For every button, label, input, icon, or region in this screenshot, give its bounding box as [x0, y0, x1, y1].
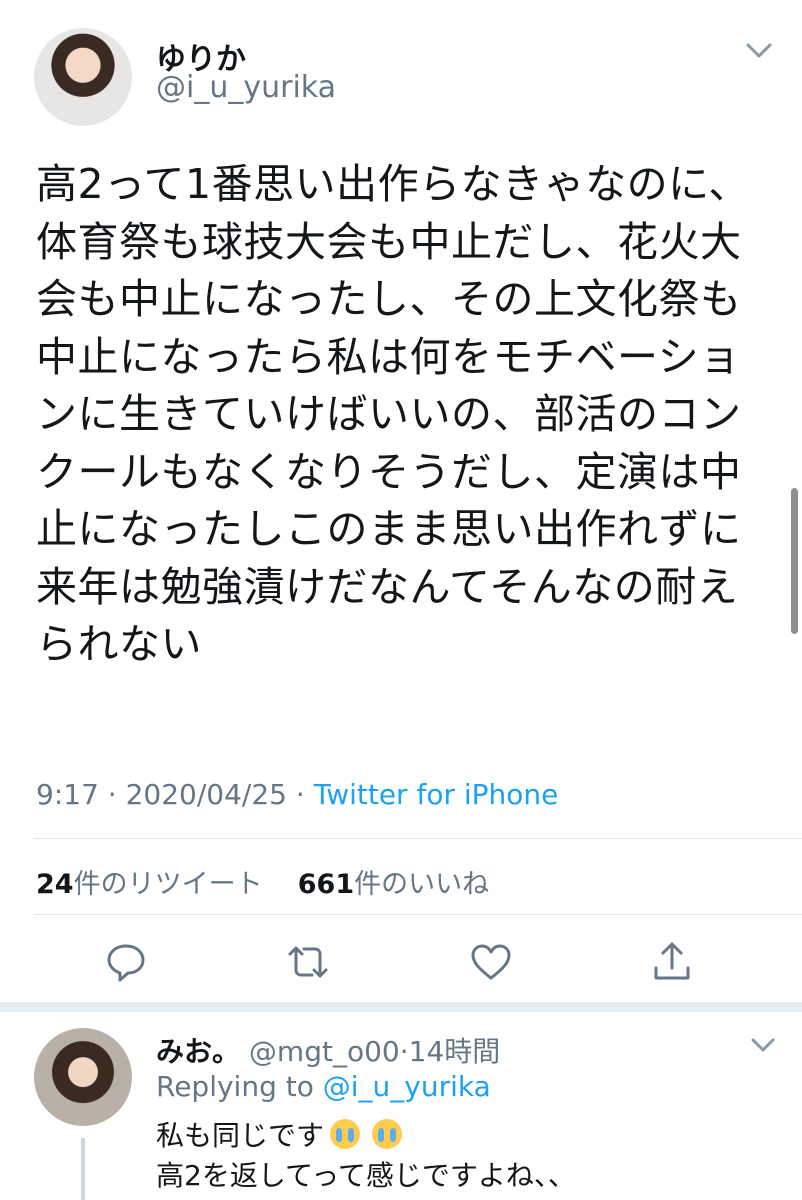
loudly-crying-face-emoji: [330, 1119, 361, 1149]
like-count: 661: [297, 869, 355, 900]
retweet-count: 24: [36, 869, 74, 900]
like-stat[interactable]: 661件のいいね: [298, 869, 489, 900]
chevron-down-icon[interactable]: [748, 1032, 778, 1058]
share-button[interactable]: [650, 938, 694, 984]
thread-line: [81, 1138, 85, 1200]
replying-label: Replying to: [156, 1070, 314, 1103]
meta-separator: ·: [107, 778, 117, 811]
meta-separator: ·: [399, 1035, 409, 1068]
retweet-label: 件のリツイート: [73, 869, 263, 900]
like-label: 件のいいね: [354, 869, 490, 900]
tweet-text-line: ンに生きていけばいいの、部活のコン: [36, 390, 742, 438]
tweet-stats: 24件のリツイート 661件のいいね: [36, 862, 489, 901]
like-button[interactable]: [468, 940, 514, 984]
tweet-text-line: 止になったしこのまま思い出作れずに: [36, 505, 742, 553]
heart-icon: [471, 944, 511, 980]
reply-time: 14時間: [408, 1035, 501, 1068]
tweet-text-line: 中止になったら私は何をモチベーショ: [36, 332, 741, 381]
reply-text-line: 高2を返してって感じですよね、、: [156, 1159, 576, 1192]
tweet-time: 9:17: [36, 778, 99, 811]
avatar[interactable]: [34, 28, 132, 126]
tweet-text-line: 来年は勉強漬けだなんてそんなの耐え: [36, 562, 739, 611]
tweet-source-link[interactable]: Twitter for iPhone: [314, 778, 559, 811]
reply-author-handle[interactable]: @mgt_o00: [249, 1035, 400, 1068]
tweet-text: 高2って1番思い出作らなきゃなのに、 体育祭も球技大会も中止だし、花火大 会も中…: [36, 156, 750, 674]
replying-handle-link[interactable]: @i_u_yurika: [323, 1070, 491, 1103]
reply-text-line: 私も同じです: [156, 1119, 325, 1152]
tweet-text-line: 体育祭も球技大会も中止だし、花火大: [36, 217, 742, 266]
reply-header: みお。 @mgt_o00·14時間: [156, 1030, 500, 1070]
author-handle[interactable]: @i_u_yurika: [156, 70, 336, 105]
reply-author-name[interactable]: みお。: [156, 1035, 240, 1068]
reply-text: 私も同じです 高2を返してって感じですよね、、: [156, 1116, 576, 1196]
scrollbar[interactable]: [791, 488, 798, 634]
divider: [34, 838, 802, 839]
section-divider: [0, 1002, 802, 1012]
tweet-date: 2020/04/25: [125, 778, 287, 811]
reply-icon: [107, 944, 145, 982]
loudly-crying-face-emoji: [372, 1119, 403, 1149]
tweet-text-line: 高2って1番思い出作らなきゃなのに、: [36, 160, 750, 208]
retweet-stat[interactable]: 24件のリツイート: [36, 869, 263, 900]
share-icon: [654, 942, 690, 980]
meta-separator: ·: [295, 778, 305, 811]
retweet-button[interactable]: [282, 940, 334, 984]
chevron-down-icon[interactable]: [742, 36, 776, 64]
divider: [34, 914, 802, 915]
tweet-meta: 9:17 · 2020/04/25 · Twitter for iPhone: [36, 778, 558, 811]
tweet-text-line: クールもなくなりそうだし、定演は中: [36, 447, 742, 496]
tweet-text-line: られない: [36, 620, 202, 668]
replying-to: Replying to @i_u_yurika: [156, 1070, 491, 1103]
reply-button[interactable]: [104, 940, 148, 984]
tweet-text-line: 会も中止になったし、その上文化祭も: [36, 275, 742, 323]
retweet-icon: [288, 946, 328, 978]
reply-avatar[interactable]: [34, 1028, 132, 1126]
